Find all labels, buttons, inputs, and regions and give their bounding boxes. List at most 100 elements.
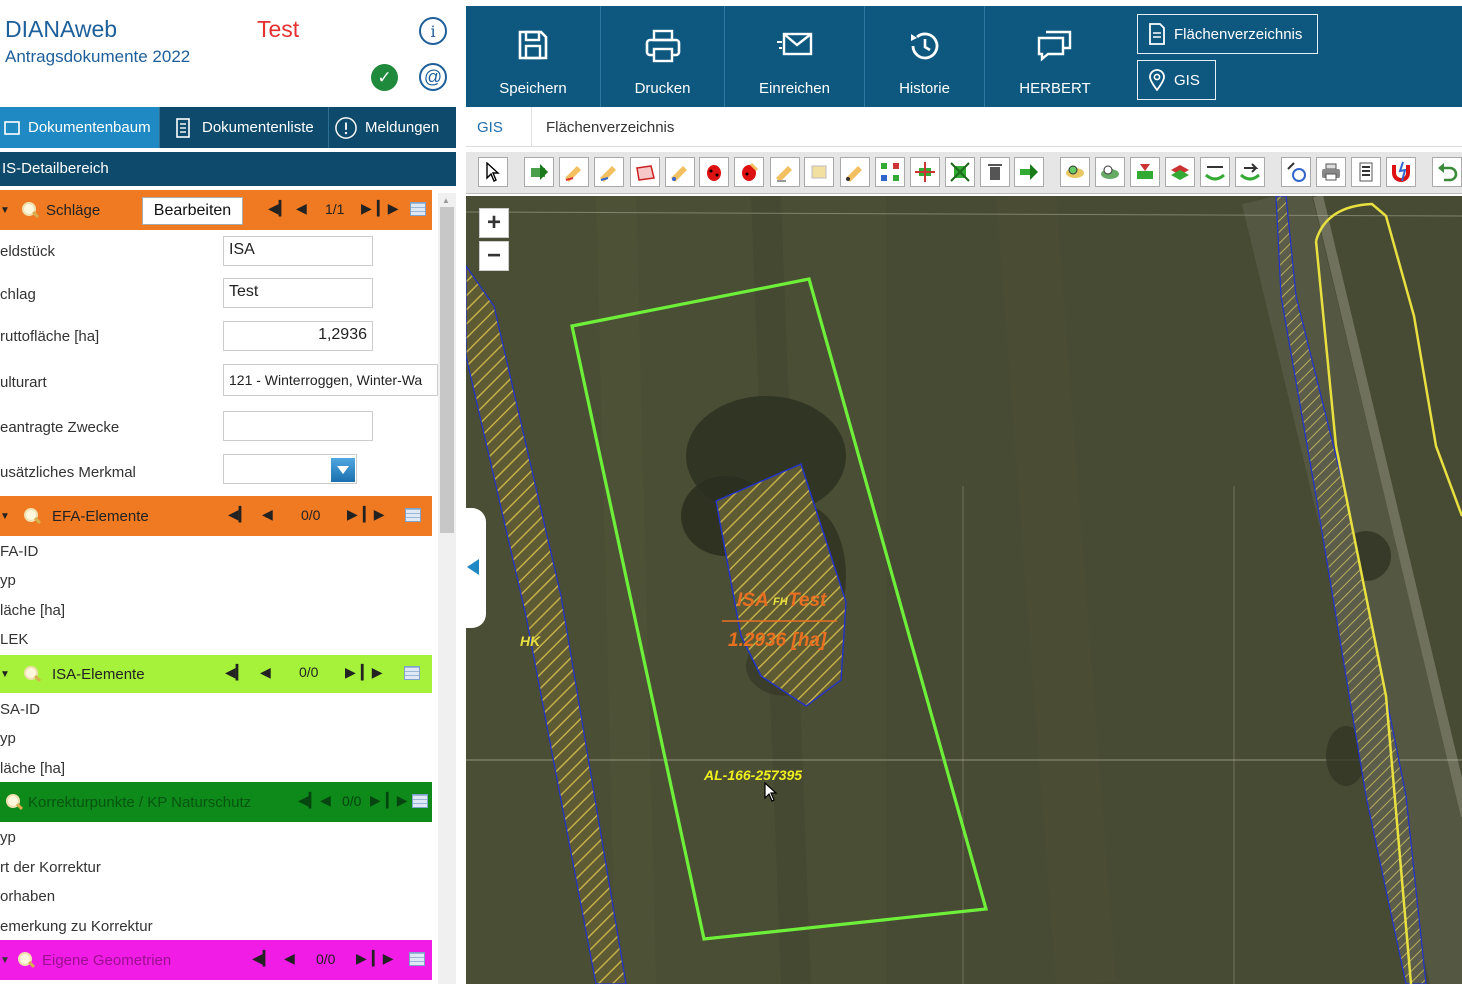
next-page-icon[interactable]: ▶	[356, 950, 367, 967]
next-page-icon[interactable]: ▶	[347, 506, 358, 523]
history-label: Historie	[899, 80, 950, 97]
check-icon[interactable]: ✓	[371, 64, 398, 91]
section-eigene-geometrien[interactable]: ▼ Eigene Geometrien ◀▎ ◀ 0/0 ▶ ▎▶	[0, 940, 432, 980]
tab-dokumentenbaum[interactable]: Dokumentenbaum	[0, 107, 160, 148]
prev-page-icon[interactable]: ◀	[260, 664, 271, 681]
next-page-icon[interactable]: ▶	[370, 792, 381, 809]
tab-flaechenverzeichnis[interactable]: Flächenverzeichnis	[546, 119, 674, 136]
move-feature-icon[interactable]	[524, 157, 554, 187]
node-graph-icon[interactable]	[875, 157, 905, 187]
print-map-icon[interactable]	[1316, 157, 1346, 187]
first-page-icon[interactable]: ◀▎	[252, 950, 274, 967]
bruttoflaeche-field[interactable]: 1,2936	[223, 321, 373, 351]
section-efa[interactable]: ▼ EFA-Elemente ◀▎ ◀ 0/0 ▶ ▎▶	[0, 496, 432, 536]
panel-scrollbar[interactable]: ▲	[438, 193, 456, 984]
section-schlaege[interactable]: ▼ Schläge Bearbeiten ◀▎ ◀ 1/1 ▶ ▎▶	[0, 190, 432, 230]
schlag-field[interactable]: Test	[223, 278, 373, 308]
prev-page-icon[interactable]: ◀	[284, 950, 295, 967]
magnet-snap-icon[interactable]	[1386, 157, 1416, 187]
collapse-caret-icon[interactable]: ▼	[0, 669, 14, 680]
search-icon[interactable]	[16, 950, 36, 970]
last-page-icon[interactable]: ▎▶	[377, 200, 399, 217]
table-icon[interactable]	[405, 508, 421, 522]
section-isa[interactable]: ▼ ISA-Elemente ◀▎ ◀ 0/0 ▶ ▎▶	[0, 655, 432, 693]
map-view[interactable]: + − HK ISA FH Test 1.2936 [ha] AL-166-25…	[466, 196, 1462, 984]
table-icon[interactable]	[410, 202, 426, 216]
gis-label: GIS	[1174, 71, 1200, 89]
submit-button[interactable]: Einreichen	[725, 6, 865, 107]
pencil-icon[interactable]	[770, 157, 800, 187]
prev-page-icon[interactable]: ◀	[262, 506, 273, 523]
union-icon[interactable]	[945, 157, 975, 187]
zoom-in-button[interactable]: +	[479, 208, 509, 238]
last-page-icon[interactable]: ▎▶	[372, 950, 394, 967]
last-page-icon[interactable]: ▎▶	[363, 506, 385, 523]
first-page-icon[interactable]: ◀▎	[225, 664, 247, 681]
collapse-caret-icon[interactable]: ▼	[0, 511, 14, 522]
layer-stack-icon[interactable]	[1165, 157, 1195, 187]
left-panel: DIANAweb Antragsdokumente 2022 Test i ✓ …	[0, 0, 466, 984]
table-icon[interactable]	[409, 952, 425, 966]
history-button[interactable]: Historie	[865, 6, 985, 107]
last-page-icon[interactable]: ▎▶	[361, 664, 383, 681]
split-polygon-icon[interactable]	[630, 157, 660, 187]
view-tabs: GIS Flächenverzeichnis	[466, 107, 1462, 147]
first-page-icon[interactable]: ◀▎	[298, 792, 320, 809]
line-arrow-icon[interactable]	[1235, 157, 1265, 187]
pager-count: 1/1	[325, 201, 345, 217]
layer-add-icon[interactable]	[1095, 157, 1125, 187]
draw-polygon-icon[interactable]	[559, 157, 589, 187]
search-icon[interactable]	[4, 792, 24, 812]
info-icon[interactable]: i	[419, 17, 447, 45]
flaechenverzeichnis-button[interactable]: Flächenverzeichnis	[1137, 14, 1318, 54]
panel-collapse-handle[interactable]	[466, 508, 486, 628]
print-button[interactable]: Drucken	[601, 6, 725, 107]
select-pointer-icon[interactable]	[478, 157, 508, 187]
bug-check-icon[interactable]	[699, 157, 729, 187]
edit-button[interactable]: Bearbeiten	[142, 197, 243, 225]
legend-icon[interactable]	[1351, 157, 1381, 187]
first-page-icon[interactable]: ◀▎	[268, 200, 290, 217]
collapse-caret-icon[interactable]: ▼	[0, 955, 14, 966]
next-page-icon[interactable]: ▶	[345, 664, 356, 681]
gis-toolbar	[466, 152, 1462, 194]
feldstueck-field[interactable]: ISA	[223, 236, 373, 266]
next-page-icon[interactable]: ▶	[361, 200, 372, 217]
zwecke-field[interactable]	[223, 411, 373, 441]
section-korrektur[interactable]: Korrekturpunkte / KP Naturschutz ◀▎ ◀ 0/…	[0, 782, 432, 822]
save-button[interactable]: Speichern	[466, 6, 601, 107]
search-icon[interactable]	[22, 506, 42, 526]
bug-edit-icon[interactable]	[734, 157, 764, 187]
dropdown-arrow-icon[interactable]	[331, 458, 355, 482]
point-add-icon[interactable]	[1281, 157, 1311, 187]
delete-icon[interactable]	[980, 157, 1010, 187]
snap-icon[interactable]	[910, 157, 940, 187]
transfer-icon[interactable]	[1014, 157, 1044, 187]
table-icon[interactable]	[404, 666, 420, 680]
print-label: Drucken	[634, 80, 691, 97]
last-page-icon[interactable]: ▎▶	[386, 792, 408, 809]
tab-dokumentenliste[interactable]: Dokumentenliste	[160, 107, 329, 148]
prev-page-icon[interactable]: ◀	[320, 792, 331, 809]
layer-search-icon[interactable]	[1060, 157, 1090, 187]
eraser-icon[interactable]	[804, 157, 834, 187]
collapse-caret-icon[interactable]: ▼	[0, 205, 14, 216]
edit-polygon-icon[interactable]	[594, 157, 624, 187]
first-page-icon[interactable]: ◀▎	[228, 506, 250, 523]
table-icon[interactable]	[412, 794, 428, 808]
measure-icon[interactable]	[840, 157, 870, 187]
edit-vertex-icon[interactable]	[665, 157, 695, 187]
search-icon[interactable]	[20, 200, 40, 220]
undo-icon[interactable]	[1432, 157, 1462, 187]
line-layer-icon[interactable]	[1200, 157, 1230, 187]
gis-button[interactable]: GIS	[1137, 60, 1216, 100]
at-icon[interactable]: @	[419, 63, 447, 91]
search-icon[interactable]	[22, 664, 42, 684]
tab-meldungen[interactable]: Meldungen	[329, 107, 456, 148]
herbert-button[interactable]: HERBERT	[985, 6, 1125, 107]
layer-down-icon[interactable]	[1130, 157, 1160, 187]
kulturart-field[interactable]: 121 - Winterroggen, Winter-Wa	[223, 364, 438, 396]
tab-gis[interactable]: GIS	[477, 119, 503, 136]
prev-page-icon[interactable]: ◀	[296, 200, 307, 217]
zoom-out-button[interactable]: −	[479, 241, 509, 271]
